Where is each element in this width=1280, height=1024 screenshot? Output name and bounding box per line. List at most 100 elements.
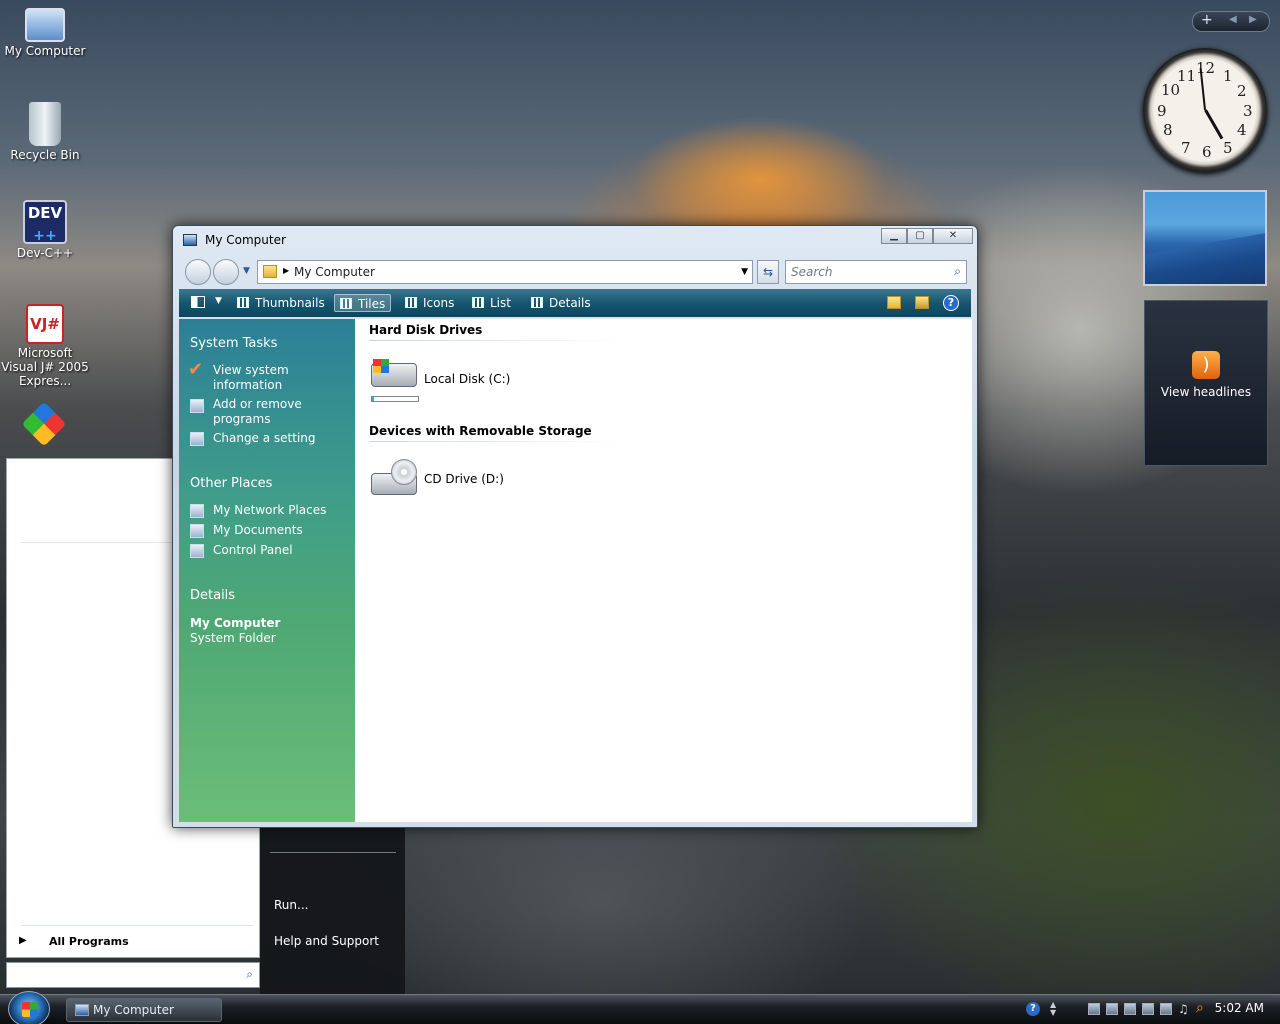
toolbar-label: Thumbnails	[255, 296, 325, 310]
details-name: My Computer	[190, 616, 281, 630]
address-bar[interactable]: ▶ My Computer ▼	[257, 260, 753, 284]
address-location[interactable]: My Computer	[294, 265, 375, 279]
drive-tile-cd-drive[interactable]: CD Drive (D:)	[369, 459, 569, 509]
windows-defender-tray-icon[interactable]	[1124, 1003, 1136, 1015]
vjsharp-icon: VJ#	[26, 304, 64, 344]
view-headlines-label: View headlines	[1160, 385, 1252, 399]
address-dropdown-icon[interactable]: ▼	[741, 267, 748, 277]
my-computer-window[interactable]: My Computer ▁ ▢ ✕ ▼ ▶ My Computer ▼ ⇆ Se…	[172, 225, 978, 828]
drive-usage-bar	[371, 396, 419, 402]
folder-icon	[263, 265, 277, 278]
my-network-places-link[interactable]: My Network Places	[213, 503, 348, 518]
close-button[interactable]: ✕	[933, 228, 973, 244]
desktop-icon-dev-cpp[interactable]: DEV ++ Dev-C++	[0, 200, 90, 260]
search-icon[interactable]: ⌕	[954, 264, 961, 279]
help-tray-icon[interactable]: ?	[1026, 1002, 1040, 1016]
toolbar-label: Details	[549, 296, 591, 310]
start-menu-divider	[21, 542, 181, 543]
desktop-icon-vjsharp[interactable]: VJ# Microsoft Visual J# 2005 Expres...	[0, 304, 90, 388]
add-gadget-button[interactable]: +	[1201, 12, 1213, 28]
search-box[interactable]: Search ⌕	[785, 260, 967, 284]
network-tray-icon[interactable]	[1088, 1003, 1100, 1015]
details-header[interactable]: Details	[190, 588, 235, 603]
toolbar-label: Tiles	[358, 297, 386, 311]
tray-expand-icon[interactable]: ▲ ▼	[1050, 1001, 1056, 1017]
minimize-button[interactable]: ▁	[881, 228, 907, 244]
search-placeholder: Search	[791, 265, 833, 279]
clock-gadget[interactable]: 12 1 2 3 4 5 6 7 8 9 10 11	[1143, 48, 1267, 172]
network-tray-icon[interactable]	[1106, 1003, 1118, 1015]
cd-disc-icon	[391, 459, 417, 485]
prev-gadget-icon[interactable]: ◀	[1229, 14, 1237, 25]
visual-studio-icon[interactable]	[21, 401, 67, 447]
clock-number: 11	[1177, 67, 1197, 85]
security-tray-icon[interactable]	[1142, 1003, 1154, 1015]
dev-cpp-icon: DEV ++	[23, 200, 67, 244]
drive-tile-local-disk[interactable]: Local Disk (C:)	[369, 359, 569, 409]
toolbar-thumbnails[interactable]: Thumbnails	[237, 294, 325, 312]
my-documents-link[interactable]: My Documents	[213, 523, 348, 538]
window-title: My Computer	[205, 233, 286, 247]
start-button[interactable]	[8, 991, 50, 1024]
change-setting-link[interactable]: Change a setting	[213, 431, 348, 446]
rss-icon: )	[1192, 351, 1220, 379]
checkmark-icon: ✔	[188, 359, 204, 380]
run-item[interactable]: Run...	[274, 898, 308, 912]
all-programs-item[interactable]: ▶ All Programs	[17, 933, 247, 953]
other-places-header[interactable]: Other Places	[190, 476, 272, 491]
drive-label: CD Drive (D:)	[424, 472, 504, 486]
toolbar-label: List	[490, 296, 511, 310]
toolbar-details[interactable]: Details	[531, 294, 591, 312]
title-bar[interactable]: My Computer ▁ ▢ ✕	[173, 226, 977, 254]
views-layout-icon[interactable]	[191, 296, 205, 308]
add-remove-programs-link[interactable]: Add or remove programs	[213, 397, 303, 427]
taskbar-button-label: My Computer	[93, 1003, 174, 1017]
feed-headlines-gadget[interactable]: ) View headlines	[1144, 300, 1268, 466]
start-search-box[interactable]: ⌕	[6, 962, 260, 988]
help-icon[interactable]: ?	[943, 295, 959, 311]
documents-icon	[190, 524, 204, 538]
thumbnails-icon	[237, 297, 249, 308]
toolbar-icons[interactable]: Icons	[405, 294, 454, 312]
taskbar: My Computer ? ▲ ▼ ♫ ⌕ 5:02 AM	[0, 991, 1280, 1024]
clock-number: 4	[1237, 121, 1247, 139]
help-support-item[interactable]: Help and Support	[274, 934, 379, 948]
toolbar-list[interactable]: List	[472, 294, 511, 312]
taskbar-clock[interactable]: 5:02 AM	[1215, 1001, 1264, 1015]
control-panel-small-icon	[190, 432, 204, 446]
next-gadget-icon[interactable]: ▶	[1249, 14, 1257, 25]
forward-button[interactable]	[213, 259, 239, 285]
new-folder-icon[interactable]	[887, 296, 901, 309]
folder-options-icon[interactable]	[915, 296, 929, 309]
maximize-button[interactable]: ▢	[907, 228, 933, 244]
system-tasks-header[interactable]: System Tasks	[190, 336, 277, 351]
tiles-icon	[340, 298, 352, 309]
details-view-icon	[531, 297, 543, 308]
toolbar-tiles[interactable]: Tiles	[334, 294, 392, 312]
control-panel-link[interactable]: Control Panel	[213, 543, 348, 558]
breadcrumb-arrow-icon: ▶	[283, 266, 290, 275]
views-dropdown-icon[interactable]: ▼	[215, 296, 222, 306]
speaker-tray-icon[interactable]: ♫	[1178, 1002, 1189, 1016]
clock-number: 8	[1163, 121, 1173, 139]
back-button[interactable]	[185, 259, 211, 285]
desktop-icon-my-computer[interactable]: My Computer	[0, 6, 90, 58]
group-header[interactable]: Hard Disk Drives	[369, 323, 482, 337]
device-tray-icon[interactable]	[1160, 1003, 1172, 1015]
recent-pages-icon[interactable]: ▼	[243, 266, 250, 276]
icons-view-icon	[405, 297, 417, 308]
drive-label: Local Disk (C:)	[424, 372, 511, 386]
sidebar-controls[interactable]: + ◀ ▶	[1192, 11, 1270, 32]
arrow-right-icon: ▶	[19, 935, 27, 946]
search-tray-icon[interactable]: ⌕	[1196, 1000, 1204, 1016]
list-view-icon	[472, 297, 484, 308]
clock-number: 3	[1243, 102, 1253, 120]
slideshow-gadget[interactable]	[1143, 190, 1267, 286]
group-divider	[369, 441, 625, 442]
refresh-button[interactable]: ⇆	[757, 260, 779, 284]
view-system-information-link[interactable]: View system information	[213, 363, 293, 393]
clock-number: 5	[1223, 139, 1233, 157]
group-header[interactable]: Devices with Removable Storage	[369, 424, 592, 438]
desktop-icon-recycle-bin[interactable]: Recycle Bin	[0, 102, 90, 162]
taskbar-button-my-computer[interactable]: My Computer	[66, 998, 222, 1022]
